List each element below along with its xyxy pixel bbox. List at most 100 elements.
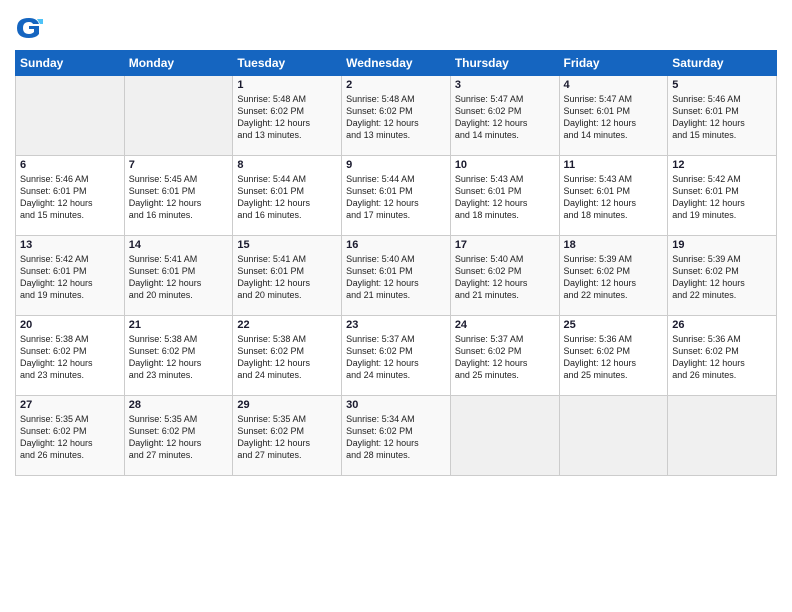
calendar-cell: 16Sunrise: 5:40 AM Sunset: 6:01 PM Dayli… xyxy=(342,236,451,316)
cell-content: Sunrise: 5:40 AM Sunset: 6:02 PM Dayligh… xyxy=(455,253,555,302)
day-number: 22 xyxy=(237,319,337,331)
day-number: 20 xyxy=(20,319,120,331)
cell-content: Sunrise: 5:34 AM Sunset: 6:02 PM Dayligh… xyxy=(346,413,446,462)
page: SundayMondayTuesdayWednesdayThursdayFrid… xyxy=(0,0,792,612)
calendar-cell: 22 Sunrise: 5:38 AM Sunset: 6:02 PM Dayli… xyxy=(233,316,342,396)
calendar-cell: 7 Sunrise: 5:45 AM Sunset: 6:01 PM Daylig… xyxy=(124,156,233,236)
calendar-cell xyxy=(124,76,233,156)
day-header-friday: Friday xyxy=(559,51,668,76)
calendar-cell: 3Sunrise: 5:47 AM Sunset: 6:02 PM Daylig… xyxy=(450,76,559,156)
day-number: 19 xyxy=(672,239,772,251)
calendar-cell: 20 Sunrise: 5:38 AM Sunset: 6:02 PM Dayli… xyxy=(16,316,125,396)
cell-content: Sunrise: 5:41 AM Sunset: 6:01 PM Dayligh… xyxy=(129,253,229,302)
day-number: 29 xyxy=(237,399,337,411)
calendar-cell: 28 Sunrise: 5:35 AM Sunset: 6:02 PM Dayli… xyxy=(124,396,233,476)
cell-content: Sunrise: 5:36 AM Sunset: 6:02 PM Dayligh… xyxy=(564,333,664,382)
calendar-cell: 2 Sunrise: 5:48 AM Sunset: 6:02 PM Daylig… xyxy=(342,76,451,156)
cell-content: Sunrise: 5:39 AM Sunset: 6:02 PM Dayligh… xyxy=(672,253,772,302)
calendar-cell: 24 Sunrise: 5:37 AM Sunset: 6:02 PM Dayli… xyxy=(450,316,559,396)
calendar-table: SundayMondayTuesdayWednesdayThursdayFrid… xyxy=(15,50,777,476)
calendar-cell: 8 Sunrise: 5:44 AM Sunset: 6:01 PM Daylig… xyxy=(233,156,342,236)
cell-content: Sunrise: 5:46 AM Sunset: 6:01 PM Dayligh… xyxy=(20,173,120,222)
day-number: 13 xyxy=(20,239,120,251)
day-number: 21 xyxy=(129,319,229,331)
calendar-cell: 15Sunrise: 5:41 AM Sunset: 6:01 PM Dayli… xyxy=(233,236,342,316)
cell-content: Sunrise: 5:45 AM Sunset: 6:01 PM Dayligh… xyxy=(129,173,229,222)
calendar-cell: 1 Sunrise: 5:48 AM Sunset: 6:02 PM Daylig… xyxy=(233,76,342,156)
day-number: 4 xyxy=(564,79,664,91)
day-number: 8 xyxy=(237,159,337,171)
header-row: SundayMondayTuesdayWednesdayThursdayFrid… xyxy=(16,51,777,76)
calendar-cell: 6 Sunrise: 5:46 AM Sunset: 6:01 PM Daylig… xyxy=(16,156,125,236)
calendar-cell: 9Sunrise: 5:44 AM Sunset: 6:01 PM Daylig… xyxy=(342,156,451,236)
cell-content: Sunrise: 5:35 AM Sunset: 6:02 PM Dayligh… xyxy=(129,413,229,462)
cell-content: Sunrise: 5:47 AM Sunset: 6:01 PM Dayligh… xyxy=(564,93,664,142)
calendar-cell: 23 Sunrise: 5:37 AM Sunset: 6:02 PM Dayli… xyxy=(342,316,451,396)
calendar-cell: 13 Sunrise: 5:42 AM Sunset: 6:01 PM Dayli… xyxy=(16,236,125,316)
cell-content: Sunrise: 5:39 AM Sunset: 6:02 PM Dayligh… xyxy=(564,253,664,302)
calendar-cell xyxy=(559,396,668,476)
day-header-saturday: Saturday xyxy=(668,51,777,76)
cell-content: Sunrise: 5:36 AM Sunset: 6:02 PM Dayligh… xyxy=(672,333,772,382)
day-number: 3 xyxy=(455,79,555,91)
calendar-cell xyxy=(450,396,559,476)
day-number: 26 xyxy=(672,319,772,331)
day-number: 16 xyxy=(346,239,446,251)
day-number: 14 xyxy=(129,239,229,251)
calendar-cell: 21 Sunrise: 5:38 AM Sunset: 6:02 PM Dayli… xyxy=(124,316,233,396)
day-number: 2 xyxy=(346,79,446,91)
week-row-5: 27Sunrise: 5:35 AM Sunset: 6:02 PM Dayli… xyxy=(16,396,777,476)
cell-content: Sunrise: 5:37 AM Sunset: 6:02 PM Dayligh… xyxy=(455,333,555,382)
day-number: 12 xyxy=(672,159,772,171)
day-number: 1 xyxy=(237,79,337,91)
day-number: 28 xyxy=(129,399,229,411)
cell-content: Sunrise: 5:43 AM Sunset: 6:01 PM Dayligh… xyxy=(564,173,664,222)
day-number: 17 xyxy=(455,239,555,251)
cell-content: Sunrise: 5:38 AM Sunset: 6:02 PM Dayligh… xyxy=(129,333,229,382)
day-number: 6 xyxy=(20,159,120,171)
week-row-3: 13 Sunrise: 5:42 AM Sunset: 6:01 PM Dayli… xyxy=(16,236,777,316)
calendar-cell: 30 Sunrise: 5:34 AM Sunset: 6:02 PM Dayli… xyxy=(342,396,451,476)
cell-content: Sunrise: 5:44 AM Sunset: 6:01 PM Dayligh… xyxy=(346,173,446,222)
day-number: 7 xyxy=(129,159,229,171)
calendar-cell xyxy=(16,76,125,156)
day-number: 5 xyxy=(672,79,772,91)
header xyxy=(15,10,777,42)
calendar-cell: 12Sunrise: 5:42 AM Sunset: 6:01 PM Dayli… xyxy=(668,156,777,236)
calendar-cell: 14 Sunrise: 5:41 AM Sunset: 6:01 PM Dayli… xyxy=(124,236,233,316)
calendar-cell: 5 Sunrise: 5:46 AM Sunset: 6:01 PM Daylig… xyxy=(668,76,777,156)
week-row-2: 6 Sunrise: 5:46 AM Sunset: 6:01 PM Daylig… xyxy=(16,156,777,236)
cell-content: Sunrise: 5:44 AM Sunset: 6:01 PM Dayligh… xyxy=(237,173,337,222)
calendar-cell: 29 Sunrise: 5:35 AM Sunset: 6:02 PM Dayli… xyxy=(233,396,342,476)
cell-content: Sunrise: 5:48 AM Sunset: 6:02 PM Dayligh… xyxy=(237,93,337,142)
day-header-tuesday: Tuesday xyxy=(233,51,342,76)
cell-content: Sunrise: 5:35 AM Sunset: 6:02 PM Dayligh… xyxy=(237,413,337,462)
calendar-cell: 27Sunrise: 5:35 AM Sunset: 6:02 PM Dayli… xyxy=(16,396,125,476)
calendar-cell: 4 Sunrise: 5:47 AM Sunset: 6:01 PM Daylig… xyxy=(559,76,668,156)
day-number: 23 xyxy=(346,319,446,331)
logo-icon xyxy=(15,14,43,42)
day-header-wednesday: Wednesday xyxy=(342,51,451,76)
cell-content: Sunrise: 5:38 AM Sunset: 6:02 PM Dayligh… xyxy=(237,333,337,382)
day-header-monday: Monday xyxy=(124,51,233,76)
cell-content: Sunrise: 5:46 AM Sunset: 6:01 PM Dayligh… xyxy=(672,93,772,142)
day-number: 30 xyxy=(346,399,446,411)
calendar-cell: 25Sunrise: 5:36 AM Sunset: 6:02 PM Dayli… xyxy=(559,316,668,396)
logo xyxy=(15,14,47,42)
cell-content: Sunrise: 5:35 AM Sunset: 6:02 PM Dayligh… xyxy=(20,413,120,462)
cell-content: Sunrise: 5:42 AM Sunset: 6:01 PM Dayligh… xyxy=(20,253,120,302)
day-number: 24 xyxy=(455,319,555,331)
calendar-cell: 10Sunrise: 5:43 AM Sunset: 6:01 PM Dayli… xyxy=(450,156,559,236)
calendar-cell: 18 Sunrise: 5:39 AM Sunset: 6:02 PM Dayli… xyxy=(559,236,668,316)
calendar-cell: 17 Sunrise: 5:40 AM Sunset: 6:02 PM Dayli… xyxy=(450,236,559,316)
cell-content: Sunrise: 5:38 AM Sunset: 6:02 PM Dayligh… xyxy=(20,333,120,382)
calendar-cell: 26 Sunrise: 5:36 AM Sunset: 6:02 PM Dayli… xyxy=(668,316,777,396)
day-number: 11 xyxy=(564,159,664,171)
calendar-cell: 11 Sunrise: 5:43 AM Sunset: 6:01 PM Dayli… xyxy=(559,156,668,236)
day-number: 18 xyxy=(564,239,664,251)
cell-content: Sunrise: 5:48 AM Sunset: 6:02 PM Dayligh… xyxy=(346,93,446,142)
cell-content: Sunrise: 5:37 AM Sunset: 6:02 PM Dayligh… xyxy=(346,333,446,382)
day-number: 10 xyxy=(455,159,555,171)
day-header-sunday: Sunday xyxy=(16,51,125,76)
week-row-1: 1 Sunrise: 5:48 AM Sunset: 6:02 PM Daylig… xyxy=(16,76,777,156)
